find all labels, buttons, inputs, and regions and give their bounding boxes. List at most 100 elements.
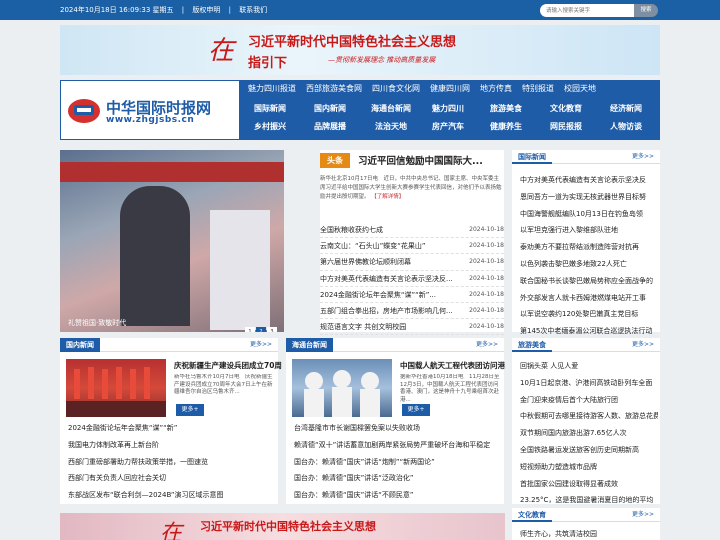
nav-item[interactable]: 经济新闻 — [602, 101, 650, 117]
list-item[interactable]: 台湾基隆市市长谢国樑罢免案以失败收场 — [294, 420, 502, 437]
nav-item[interactable]: 旅游美食 — [482, 101, 530, 117]
list-item[interactable]: 中秋假期可去哪里接待游客人数、旅游总花费 — [520, 408, 658, 425]
nav-top-link[interactable]: 西部旅游美食网 — [306, 84, 362, 93]
list-item[interactable]: 泰劝美方不要拉帮结派制造阵营对抗再 — [520, 239, 658, 256]
domestic-news-panel: 国内新闻 更多>> 庆祝新疆生产建设兵团成立70周 新华社乌鲁木齐10月7日电 庆… — [60, 338, 282, 504]
bottom-banner-text: 习近平新时代中国特色社会主义思想 — [200, 520, 376, 533]
list-item[interactable]: 外交部发言人就卡西姆港燃煤电站开工事 — [520, 290, 658, 307]
bottom-banner-zai: 在 — [160, 521, 183, 540]
banner-zai: 在 — [208, 36, 235, 66]
banner-line3: —贯彻新发展理念 推动高质量发展 — [328, 56, 436, 64]
nav-top-link[interactable]: 四川食文化网 — [372, 84, 420, 93]
list-item[interactable]: 国台办：赖清德“国庆”讲话“泛政治化” — [294, 470, 502, 487]
nav-top-link[interactable]: 魅力四川报道 — [248, 84, 296, 93]
list-item[interactable]: 以军坦克强行进入黎维部队驻地 — [520, 222, 658, 239]
taiwan-lead-summary: 据新华社香港10月18日电 11月28日至12月3日，中国载人航天工程代表团访问… — [400, 374, 500, 402]
list-item[interactable]: 以军说空袭约120处黎巴嫩真主党目标 — [520, 306, 658, 323]
intl-news-title[interactable]: 国际新闻 — [512, 150, 552, 164]
nav-top-link[interactable]: 健康四川网 — [430, 84, 470, 93]
nav-item[interactable]: 文化教育 — [542, 101, 590, 117]
nav-item[interactable]: 魅力四川 — [424, 101, 472, 117]
list-item[interactable]: 西部门有关负责人回应社会关切 — [68, 470, 276, 487]
intl-news-more[interactable]: 更多>> — [632, 150, 654, 164]
search-input[interactable] — [540, 4, 634, 17]
travel-title[interactable]: 旅游美食 — [512, 338, 552, 352]
culture-title[interactable]: 文化教育 — [512, 508, 552, 522]
nav-item[interactable]: 法治天地 — [362, 119, 420, 135]
list-item[interactable]: 五部门组合拳出招，房地产市场影响几何... 2024-10-18 — [320, 303, 504, 320]
nav-item[interactable]: 人物访谈 — [602, 119, 650, 135]
culture-more[interactable]: 更多>> — [632, 508, 654, 522]
taiwan-news-more[interactable]: 更多>> — [476, 338, 498, 352]
taiwan-more-button[interactable]: 更多+ — [402, 404, 430, 416]
list-item[interactable]: 中国海警舰艇编队10月13日在钓鱼岛领 — [520, 206, 658, 223]
nav-item[interactable]: 海通台新闻 — [362, 101, 420, 117]
list-item[interactable]: 全国铁路暑运发送旅客创历史同期新高 — [520, 442, 658, 459]
list-item[interactable]: 以色列袭击黎巴嫩多地致22人死亡 — [520, 256, 658, 273]
list-item[interactable]: 规范语言文字 共创文明校园 2024-10-18 — [320, 319, 504, 336]
focus-photo-banner — [60, 162, 284, 182]
nav-item[interactable]: 房产汽车 — [424, 119, 472, 135]
nav-top-link[interactable]: 校园天地 — [564, 84, 596, 93]
focus-page[interactable]: 2 — [256, 327, 266, 332]
nav-item[interactable]: 国内新闻 — [306, 101, 354, 117]
domestic-news-list: 2024金融街论坛年会聚焦“谋”“新” 我国电力体制改革再上新台阶 西部门重磅部… — [68, 420, 276, 504]
list-item[interactable]: 国台办：赖清德“国庆”讲话“不顾民意” — [294, 487, 502, 504]
list-item[interactable]: 23.25°C，这是我国避暑消夏目的地的平均 — [520, 492, 658, 509]
list-item[interactable]: 全国秋粮收获约七成 2024-10-18 — [320, 222, 504, 239]
taiwan-thumb[interactable] — [292, 359, 392, 417]
list-item[interactable]: 2024金融街论坛年会聚焦“谋”“新”... 2024-10-18 — [320, 287, 504, 303]
focus-page[interactable]: 3 — [267, 327, 277, 332]
headline-list: 全国秋粮收获约七成 2024-10-18 云南文山：“石头山”蝶变“花果山” 202… — [320, 222, 504, 336]
list-item[interactable]: 回锅头菜 人见人爱 — [520, 358, 658, 375]
nav-top-link[interactable]: 特别报道 — [522, 84, 554, 93]
domestic-thumb[interactable] — [66, 359, 166, 417]
taiwan-news-title[interactable]: 海通台新闻 — [286, 338, 333, 352]
nav-item[interactable]: 国际新闻 — [246, 101, 294, 117]
intl-news-panel: 国际新闻 更多>> 中方对美英代表编造有关言论表示坚决反 恩同吾方一道为实现无核武… — [512, 150, 660, 335]
list-item[interactable]: 我国电力体制改革再上新台阶 — [68, 437, 276, 454]
domestic-lead-title[interactable]: 庆祝新疆生产建设兵团成立70周 — [174, 360, 282, 371]
list-item[interactable]: 第六届世界佛教论坛顺利闭幕 2024-10-18 — [320, 254, 504, 271]
travel-more[interactable]: 更多>> — [632, 338, 654, 352]
search-button[interactable]: 搜索 — [634, 4, 658, 17]
list-item[interactable]: 西部门重磅部署助力帮扶政策举措，一图速览 — [68, 454, 276, 471]
nav-top-link[interactable]: 地方传真 — [480, 84, 512, 93]
nav-item[interactable]: 健康养生 — [482, 119, 530, 135]
taiwan-lead-title[interactable]: 中国载人航天工程代表团访问港 — [400, 360, 505, 371]
headline-title[interactable]: 习近平回信勉励中国国际大... — [358, 153, 483, 167]
list-item[interactable]: 中方对美英代表编造有关言论表示坚决反... 2024-10-18 — [320, 271, 504, 287]
copyright-link[interactable]: 版权申明 — [192, 6, 220, 14]
headline-more-link[interactable]: 【了解详情】 — [371, 194, 404, 200]
banner-line1: 习近平新时代中国特色社会主义思想 — [248, 35, 457, 50]
domestic-news-title[interactable]: 国内新闻 — [60, 338, 100, 352]
nav-item[interactable]: 网民报报 — [542, 119, 590, 135]
nav-item[interactable]: 乡村振兴 — [246, 119, 294, 135]
domestic-lead-summary: 新华社乌鲁木齐10月7日电 庆祝新疆生产建设兵团成立70周年大会7日上午在新疆维… — [174, 374, 273, 395]
list-item[interactable]: 中方对美英代表编造有关言论表示坚决反 — [520, 172, 658, 189]
list-item[interactable]: 双节期间国内旅游出游7.65亿人次 — [520, 425, 658, 442]
domestic-more-button[interactable]: 更多+ — [176, 404, 204, 416]
top-banner[interactable]: 在 习近平新时代中国特色社会主义思想 指引下 —贯彻新发展理念 推动高质量发展 … — [60, 25, 660, 75]
list-item[interactable]: 2024金融街论坛年会聚焦“谋”“新” — [68, 420, 276, 437]
list-item[interactable]: 国台办：赖清德“国庆”讲话“炮制”“新两国论” — [294, 454, 502, 471]
list-item[interactable]: 赖清德“双十”讲话蓄意加剧两岸紧张局势严重破坏台海和平稳定 — [294, 437, 502, 454]
domestic-news-more[interactable]: 更多>> — [250, 338, 272, 352]
focus-pager: 12345 — [244, 318, 284, 332]
list-item[interactable]: 云南文山：“石头山”蝶变“花果山” 2024-10-18 — [320, 238, 504, 255]
list-item[interactable]: 短视频助力塑造城市品牌 — [520, 459, 658, 476]
focus-slideshow[interactable]: 礼赞祖国·致敬时代 12345 — [60, 150, 284, 332]
list-item[interactable]: 东部战区发布“联合利剑—2024B”演习区域示意图 — [68, 487, 276, 504]
contact-link[interactable]: 联系我们 — [239, 6, 267, 14]
list-item[interactable]: 首批国家公园建设取得显著成效 — [520, 476, 658, 493]
nav-item[interactable]: 品牌展播 — [306, 119, 354, 135]
list-item[interactable]: 恩同吾方一道为实现无核武器世界目标努 — [520, 189, 658, 206]
list-item[interactable]: 10月1日起京港、沪港间高铁动卧列车全面 — [520, 375, 658, 392]
list-item[interactable]: 师生齐心，共筑清洁校园 — [520, 526, 658, 540]
logo-icon — [68, 99, 100, 123]
logo[interactable]: 中华国际时报网 www.zhgjsbs.cn — [60, 80, 240, 140]
focus-page[interactable]: 1 — [245, 327, 255, 332]
list-item[interactable]: 联合国秘书长谈黎巴嫩局势称应全面战争的 — [520, 273, 658, 290]
list-item[interactable]: 金门迎来疫情后首个大陆旅行团 — [520, 392, 658, 409]
bottom-banner[interactable]: 在 习近平新时代中国特色社会主义思想 — [60, 513, 505, 540]
